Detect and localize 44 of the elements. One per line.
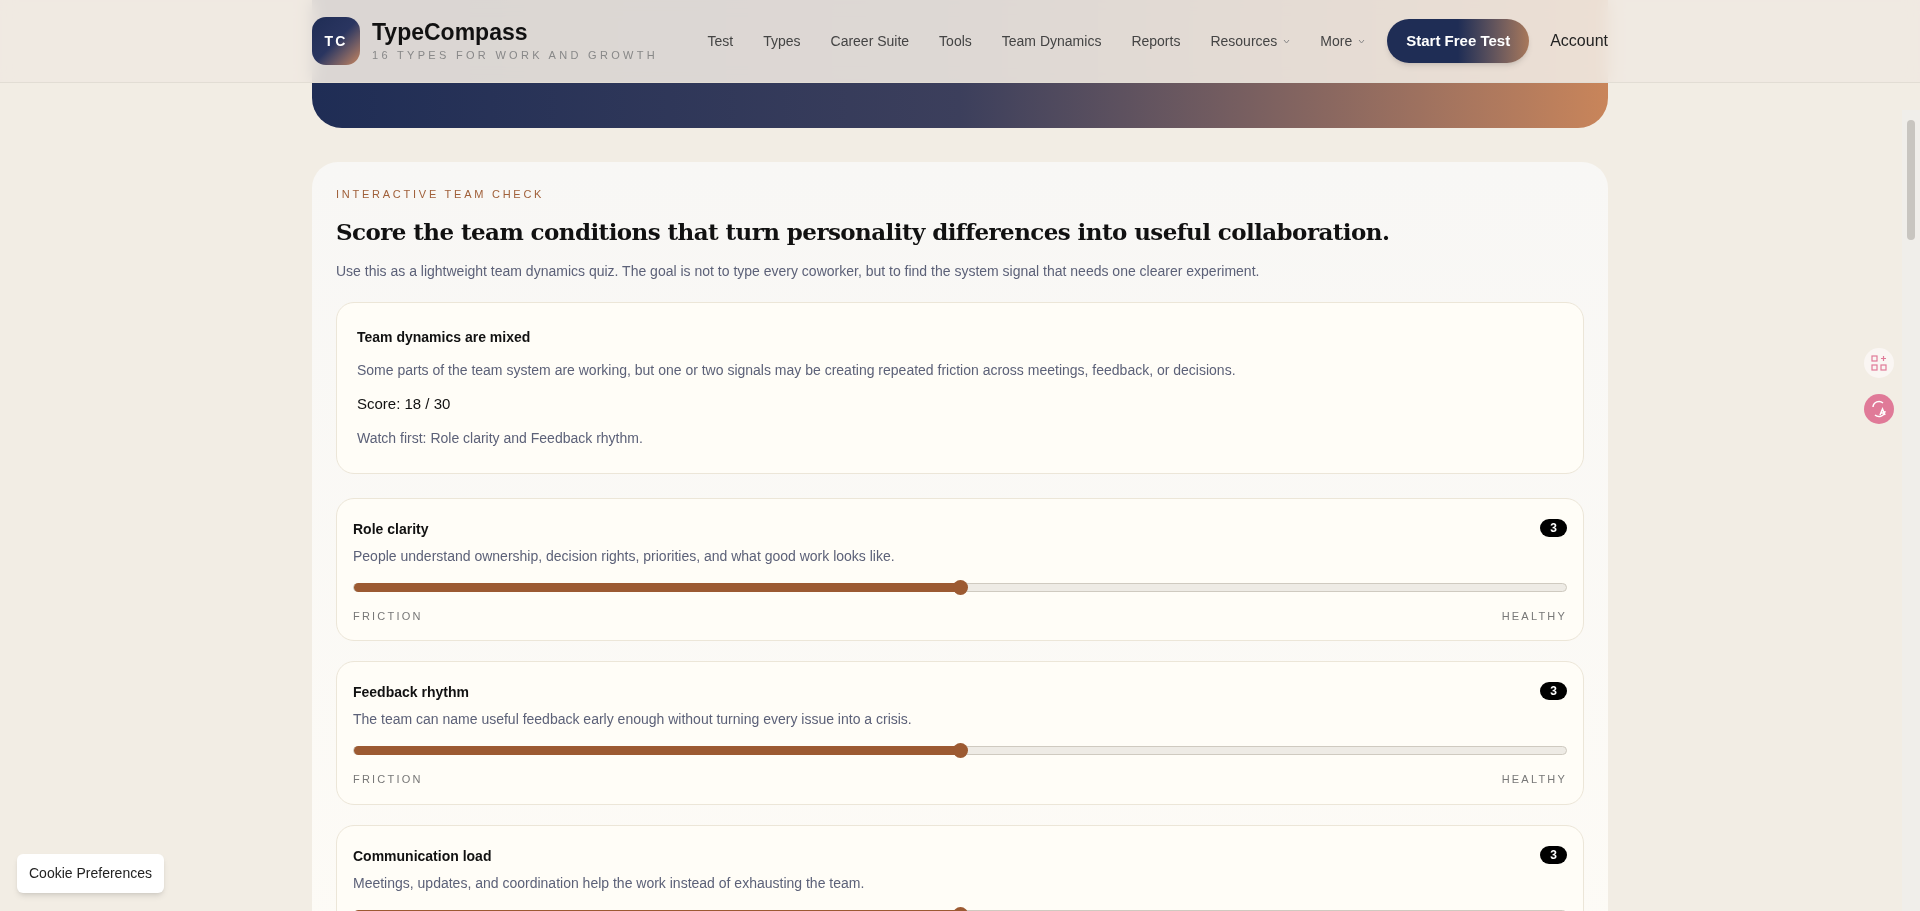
scale-high-label: HEALTHY [1501, 608, 1567, 624]
factor-name: Communication load [353, 846, 492, 866]
nav-link[interactable]: Tools [939, 30, 972, 52]
nav-link[interactable]: Reports [1131, 30, 1181, 52]
slider-thumb[interactable] [953, 579, 968, 595]
nav-link[interactable]: Types [763, 30, 801, 52]
translate-icon [1870, 400, 1888, 418]
score-value: 3 [1540, 518, 1567, 537]
summary-heading: Team dynamics are mixed [357, 328, 532, 347]
factor-description: Meetings, updates, and coordination help the work instead of exhausting the team. [353, 873, 866, 893]
nav-link[interactable]: More [1320, 30, 1366, 52]
caret-icon [1283, 38, 1291, 44]
slider-thumb[interactable] [953, 743, 968, 758]
intro-text: Use this as a lightweight team dynamics quiz. The goal is not to type every coworker, but to find the system signal that needs one clearer experiment. [336, 262, 1261, 281]
factor-description: The team can name useful feedback early enough without turning every issue into a crisis. [353, 710, 913, 729]
watch-text: Watch first: Role clarity and Feedback rhythm. [357, 428, 644, 448]
nav-link[interactable]: Test [707, 30, 734, 52]
summary-text: Some parts of the team system are working, but one or two signals may be creating repeated friction across meetings, feedback, or decisions. [357, 361, 1237, 380]
scale-low-label: FRICTION [353, 608, 423, 624]
translate-button[interactable] [1864, 394, 1894, 424]
start-test-button[interactable]: Start Free Test [1387, 18, 1530, 64]
score-text: Score: 18 / 30 [357, 394, 452, 414]
account-link[interactable]: Account [1550, 29, 1608, 53]
factor-description: People understand ownership, decision rights, priorities, and what good work looks like. [353, 546, 896, 566]
slider-track[interactable] [353, 746, 1567, 755]
brand-name[interactable]: TypeCompass [372, 18, 658, 48]
brand-tagline: 16 TYPES FOR WORK AND GROWTH [372, 48, 658, 64]
factor-name: Feedback rhythm [353, 683, 469, 702]
scrollbar[interactable] [1902, 110, 1920, 911]
caret-icon [1358, 38, 1366, 44]
score-value: 3 [1540, 682, 1567, 700]
cookie-preferences-button[interactable]: Cookie Preferences [17, 854, 164, 893]
logo-badge[interactable]: TC [312, 17, 360, 65]
eyebrow-label: INTERACTIVE TEAM CHECK [336, 187, 546, 202]
factor-name: Role clarity [353, 519, 429, 539]
nav-link[interactable]: Resources [1210, 30, 1291, 52]
slider-track[interactable] [353, 582, 1567, 592]
scale-high-label: HEALTHY [1501, 772, 1567, 787]
nav-link[interactable]: Career Suite [830, 30, 910, 52]
section-title: Score the team conditions that turn personality differences into useful collaboration. [336, 216, 1391, 247]
nav-link[interactable]: Team Dynamics [1001, 30, 1102, 52]
grid-sparkle-icon [1871, 355, 1887, 371]
scale-low-label: FRICTION [353, 772, 423, 787]
score-value: 3 [1540, 845, 1567, 864]
